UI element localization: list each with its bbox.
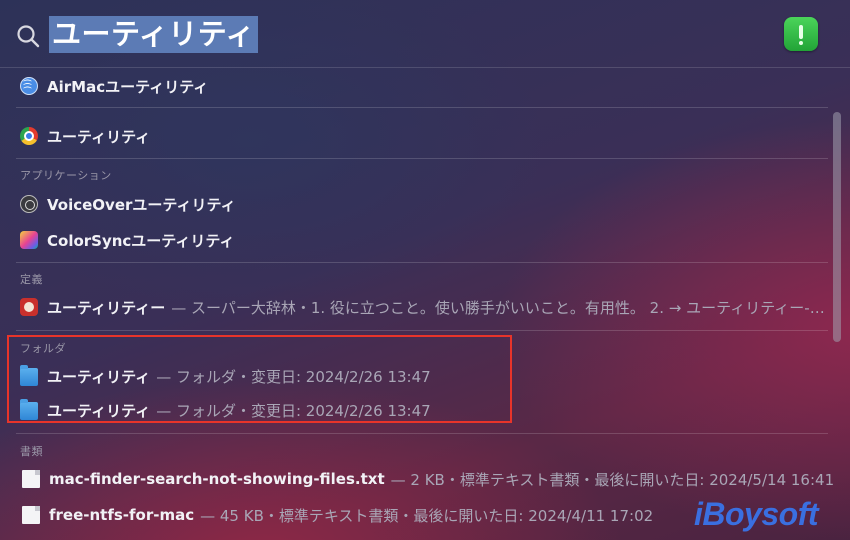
- result-title: ユーティリティー: [47, 298, 166, 317]
- result-document[interactable]: free-ntfs-for-mac — 45 KB・標準テキスト書類・最後に開い…: [20, 503, 653, 527]
- result-airmac-utility[interactable]: AirMacユーティリティ: [20, 74, 208, 98]
- search-icon: [17, 25, 40, 48]
- text-file-icon: [22, 506, 40, 524]
- search-divider: [0, 67, 850, 68]
- section-header-applications: アプリケーション: [20, 169, 112, 182]
- result-title: AirMacユーティリティ: [47, 77, 209, 96]
- result-colorsync-utility[interactable]: ColorSyncユーティリティ: [20, 228, 235, 252]
- result-title: ユーティリティ: [47, 127, 151, 146]
- results-scrollbar[interactable]: [833, 112, 841, 342]
- result-document[interactable]: mac-finder-search-not-showing-files.txt …: [20, 467, 834, 491]
- result-title: mac-finder-search-not-showing-files.txt: [49, 470, 385, 488]
- colorsync-utility-icon: [20, 231, 38, 249]
- divider: [16, 330, 828, 331]
- result-title: VoiceOverユーティリティ: [47, 195, 236, 214]
- folder-highlight-box: [7, 335, 512, 423]
- section-header-definitions: 定義: [20, 273, 43, 286]
- dictionary-icon: [20, 298, 38, 316]
- result-title: ColorSyncユーティリティ: [47, 231, 235, 250]
- airmac-utility-icon: [20, 77, 38, 95]
- chrome-icon: [20, 127, 38, 145]
- voiceover-utility-icon: [20, 195, 38, 213]
- divider: [16, 158, 828, 159]
- section-header-documents: 書類: [20, 445, 43, 458]
- result-voiceover-utility[interactable]: VoiceOverユーティリティ: [20, 192, 236, 216]
- search-input[interactable]: ユーティリティ: [49, 16, 259, 53]
- result-utility-chrome[interactable]: ユーティリティ: [20, 124, 150, 148]
- text-file-icon: [22, 470, 40, 488]
- result-meta: — スーパー大辞林・1. 役に立つこと。使い勝手がいいこと。有用性。 2. → …: [171, 298, 825, 317]
- watermark-logo: iBoysoft: [694, 496, 819, 532]
- divider: [16, 262, 828, 263]
- divider: [16, 433, 828, 434]
- result-meta: — 2 KB・標準テキスト書類・最後に開いた日: 2024/5/14 16:41: [390, 470, 835, 489]
- result-title: free-ntfs-for-mac: [49, 506, 195, 524]
- result-definition[interactable]: ユーティリティー — スーパー大辞林・1. 役に立つこと。使い勝手がいいこと。有…: [20, 295, 825, 319]
- divider: [16, 107, 828, 108]
- system-information-app-icon[interactable]: [784, 17, 818, 51]
- result-meta: — 45 KB・標準テキスト書類・最後に開いた日: 2024/4/11 17:0…: [200, 506, 654, 525]
- spotlight-search-bar: ユーティリティ: [0, 0, 850, 67]
